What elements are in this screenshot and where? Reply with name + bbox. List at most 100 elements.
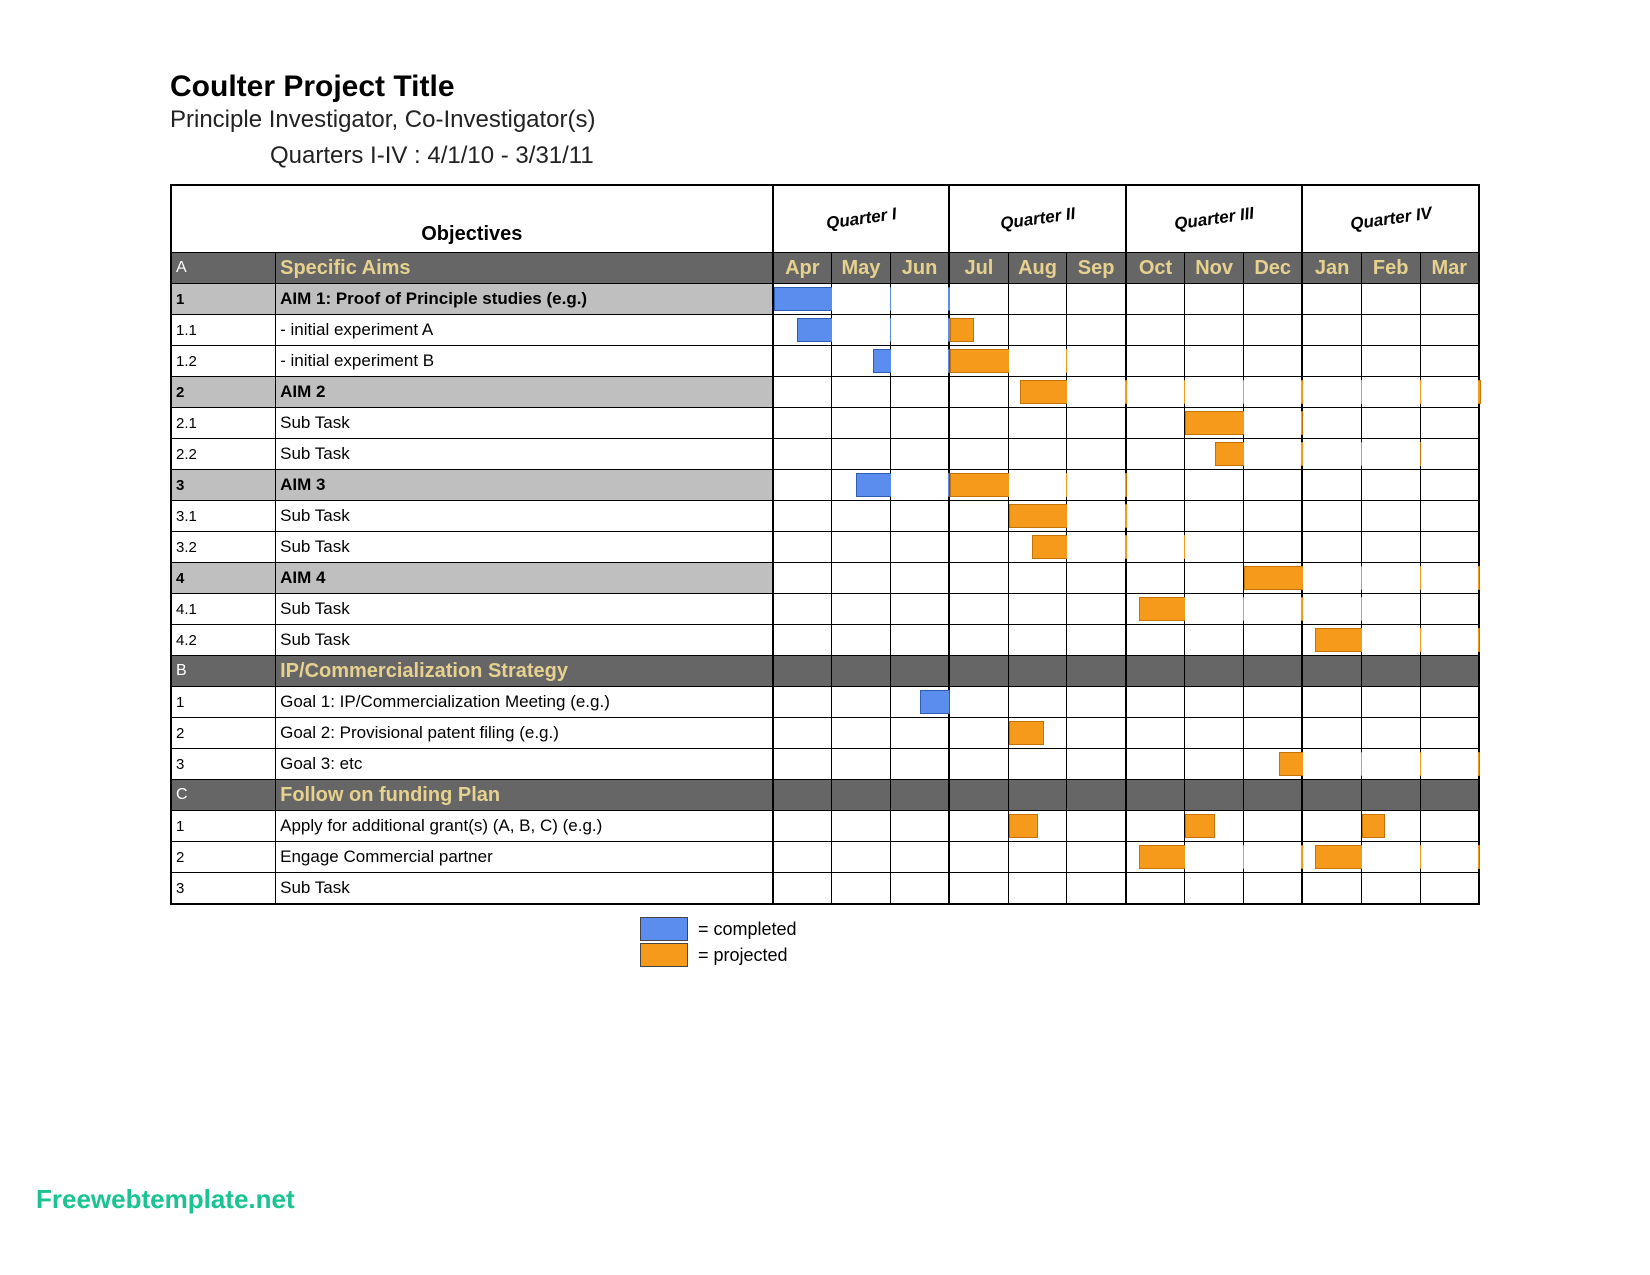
gantt-cell (832, 842, 891, 873)
gantt-cell (1244, 408, 1303, 439)
row-id: 1.2 (171, 346, 276, 377)
section-cell (1420, 780, 1479, 811)
gantt-cell (1244, 811, 1303, 842)
gantt-cell (1067, 532, 1126, 563)
gantt-cell (773, 594, 832, 625)
gantt-cell (832, 687, 891, 718)
gantt-cell (1244, 501, 1303, 532)
gantt-cell (1244, 749, 1303, 780)
gantt-cell (1302, 501, 1361, 532)
gantt-cell (890, 842, 949, 873)
gantt-cell (1008, 718, 1067, 749)
row-id: 2 (171, 718, 276, 749)
legend-label-projected: = projected (698, 945, 788, 966)
gantt-cell (1126, 315, 1185, 346)
row-id: 1 (171, 687, 276, 718)
gantt-cell (1067, 284, 1126, 315)
gantt-cell (1126, 532, 1185, 563)
gantt-cell (773, 687, 832, 718)
legend-swatch-completed (640, 917, 688, 941)
section-cell (949, 656, 1008, 687)
gantt-cell (773, 284, 832, 315)
gantt-cell (1126, 687, 1185, 718)
gantt-cell (949, 470, 1008, 501)
gantt-cell (1067, 346, 1126, 377)
row-task: Goal 2: Provisional patent filing (e.g.) (276, 718, 773, 749)
gantt-cell (949, 408, 1008, 439)
gantt-cell (1185, 470, 1244, 501)
row-id: 3 (171, 873, 276, 905)
gantt-cell (1361, 873, 1420, 905)
gantt-cell (773, 532, 832, 563)
gantt-cell (1420, 470, 1479, 501)
gantt-cell (773, 873, 832, 905)
gantt-cell (1420, 873, 1479, 905)
row-task: Sub Task (276, 439, 773, 470)
gantt-cell (832, 625, 891, 656)
gantt-cell (1361, 594, 1420, 625)
row-task: Apply for additional grant(s) (A, B, C) … (276, 811, 773, 842)
gantt-cell (832, 315, 891, 346)
gantt-cell (890, 315, 949, 346)
gantt-cell (1302, 408, 1361, 439)
gantt-cell (1185, 501, 1244, 532)
row-task: AIM 4 (276, 563, 773, 594)
gantt-cell (949, 811, 1008, 842)
gantt-cell (890, 594, 949, 625)
gantt-bar (1362, 814, 1386, 838)
gantt-cell (1302, 625, 1361, 656)
gantt-cell (1008, 284, 1067, 315)
row-id: 4.2 (171, 625, 276, 656)
legend-swatch-projected (640, 943, 688, 967)
month-header: Jan (1302, 253, 1361, 284)
row-task: Sub Task (276, 873, 773, 905)
gantt-cell (1420, 811, 1479, 842)
gantt-cell (1302, 284, 1361, 315)
month-header: Feb (1361, 253, 1420, 284)
gantt-cell (1126, 501, 1185, 532)
gantt-cell (890, 501, 949, 532)
section-label: IP/Commercialization Strategy (276, 656, 773, 687)
row-task: - initial experiment A (276, 315, 773, 346)
gantt-cell (1067, 811, 1126, 842)
month-header: Jun (890, 253, 949, 284)
gantt-cell (1008, 470, 1067, 501)
quarter-header: Quarter I (773, 185, 950, 253)
gantt-cell (1126, 594, 1185, 625)
gantt-cell (1126, 563, 1185, 594)
gantt-cell (1008, 563, 1067, 594)
gantt-bar (1009, 721, 1044, 745)
page-subtitle: Principle Investigator, Co-Investigator(… (170, 106, 1480, 134)
gantt-cell (1244, 718, 1303, 749)
gantt-cell (1361, 501, 1420, 532)
gantt-cell (1067, 408, 1126, 439)
row-id: 3.1 (171, 501, 276, 532)
gantt-cell (1008, 501, 1067, 532)
gantt-cell (1361, 625, 1420, 656)
section-id: A (171, 253, 276, 284)
quarter-header: Quarter III (1126, 185, 1303, 253)
gantt-cell (949, 377, 1008, 408)
gantt-cell (1185, 718, 1244, 749)
gantt-cell (832, 563, 891, 594)
gantt-cell (1008, 346, 1067, 377)
month-header: Sep (1067, 253, 1126, 284)
gantt-cell (949, 532, 1008, 563)
row-task: Sub Task (276, 408, 773, 439)
gantt-cell (949, 749, 1008, 780)
gantt-cell (1420, 687, 1479, 718)
gantt-cell (1361, 284, 1420, 315)
quarter-header: Quarter II (949, 185, 1126, 253)
gantt-cell (949, 439, 1008, 470)
gantt-cell (890, 563, 949, 594)
gantt-bar (950, 318, 974, 342)
section-label: Specific Aims (276, 253, 773, 284)
gantt-cell (1420, 408, 1479, 439)
gantt-cell (1185, 408, 1244, 439)
gantt-cell (1244, 873, 1303, 905)
section-cell (832, 780, 891, 811)
gantt-cell (1302, 470, 1361, 501)
gantt-cell (1244, 563, 1303, 594)
section-cell (1185, 780, 1244, 811)
gantt-cell (1361, 346, 1420, 377)
